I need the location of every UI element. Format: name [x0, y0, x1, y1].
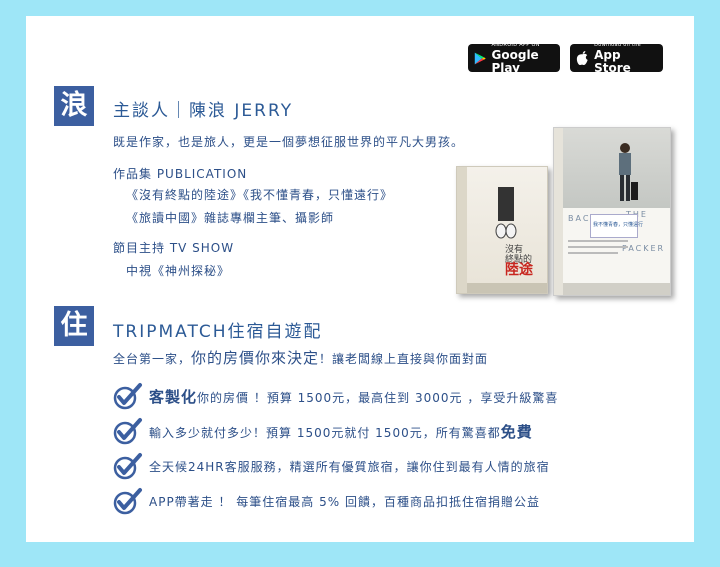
tagline-part: ！讓老闆線上直接與你面對面 — [319, 352, 489, 366]
book1-title-c: 陸途 — [505, 262, 533, 278]
book-bottom-strip — [467, 283, 547, 293]
book2-title: 我不懂青春，只懂遠行 — [593, 222, 644, 228]
book1-title-a: 沒有 — [505, 245, 524, 255]
feature-text: APP帶著走 ！ 每筆住宿最高 5% 回饋，百種商品扣抵住宿捐贈公益 — [149, 494, 540, 509]
book-bottom-strip — [563, 283, 670, 295]
feature-row: 客製化你的房價 ！預算 1500元，最高住到 3000元 ，享受升級驚喜 — [113, 382, 558, 410]
app-store-badge[interactable]: Download on the App Store — [570, 42, 663, 75]
feet-illustration — [495, 187, 517, 239]
feature-text: 全天候24HR客服服務，精選所有優質旅宿，讓你住到最有人情的旅宿 — [149, 459, 550, 474]
feature-row: 全天候24HR客服服務，精選所有優質旅宿，讓你住到最有人情的旅宿 — [113, 452, 550, 480]
publication-item: 《旅讀中國》雜誌專欄主筆、攝影師 — [126, 211, 335, 225]
book-spine — [457, 167, 467, 293]
book2-text-line — [568, 246, 628, 248]
feature-row: 輸入多少就付多少！預算 1500元就付 1500元，所有驚喜都免費 — [113, 417, 533, 445]
google-play-badge[interactable]: ANDROID APP ON Google Play — [468, 42, 560, 75]
book-cover-backpacker: BACK THE PACKER 我不懂青春，只懂遠行 — [553, 127, 671, 296]
feature-text: 客製化你的房價 ！預算 1500元，最高住到 3000元 ，享受升級驚喜 — [149, 386, 558, 407]
tripmatch-icon: 住 — [54, 306, 94, 346]
publication-heading: 作品集 PUBLICATION — [113, 167, 248, 181]
tripmatch-title: TRIPMATCH住宿自遊配 — [113, 322, 323, 342]
feature-row: APP帶著走 ！ 每筆住宿最高 5% 回饋，百種商品扣抵住宿捐贈公益 — [113, 487, 540, 515]
book-cover-lutu: 沒有 終點的 陸途 — [456, 166, 548, 294]
man-illustration — [619, 143, 638, 201]
google-play-label: Google Play — [491, 47, 539, 75]
checkmark-icon — [113, 418, 142, 445]
feature-text: 輸入多少就付多少！預算 1500元就付 1500元，所有驚喜都免費 — [149, 421, 533, 442]
publication-item: 《沒有終點的陸途》《我不懂青春，只懂遠行》 — [126, 188, 394, 202]
book2-title-box: 我不懂青春，只懂遠行 — [590, 214, 644, 238]
host-icon: 浪 — [54, 86, 94, 126]
host-intro: 既是作家，也是旅人，更是一個夢想征服世界的平凡大男孩。 — [113, 135, 465, 149]
checkmark-icon — [113, 488, 142, 515]
show-heading: 節目主持 TV SHOW — [113, 241, 235, 255]
checkmark-icon — [113, 453, 142, 480]
book-spine — [554, 128, 563, 295]
show-item: 中視《神州探秘》 — [126, 264, 231, 278]
feature-emphasis: 免費 — [500, 422, 533, 441]
tripmatch-tagline: 全台第一家，你的房價你來決定！讓老闆線上直接與你面對面 — [113, 347, 488, 368]
apple-icon — [576, 50, 588, 65]
book2-word-packer: PACKER — [622, 244, 666, 253]
app-store-label: App Store — [594, 47, 631, 75]
book2-text-line — [568, 252, 618, 254]
google-play-icon — [474, 52, 486, 64]
host-title: 主談人｜陳浪 JERRY — [113, 101, 294, 121]
feature-body: 輸入多少就付多少！預算 1500元就付 1500元，所有驚喜都 — [149, 425, 501, 440]
tagline-part: 全台第一家， — [113, 352, 192, 366]
feature-body: 你的房價 ！預算 1500元，最高住到 3000元 ，享受升級驚喜 — [197, 390, 559, 405]
feature-emphasis: 客製化 — [149, 387, 198, 406]
tagline-emphasis: 你的房價你來決定 — [191, 349, 320, 367]
checkmark-icon — [113, 383, 142, 410]
book2-text-line — [568, 240, 628, 242]
